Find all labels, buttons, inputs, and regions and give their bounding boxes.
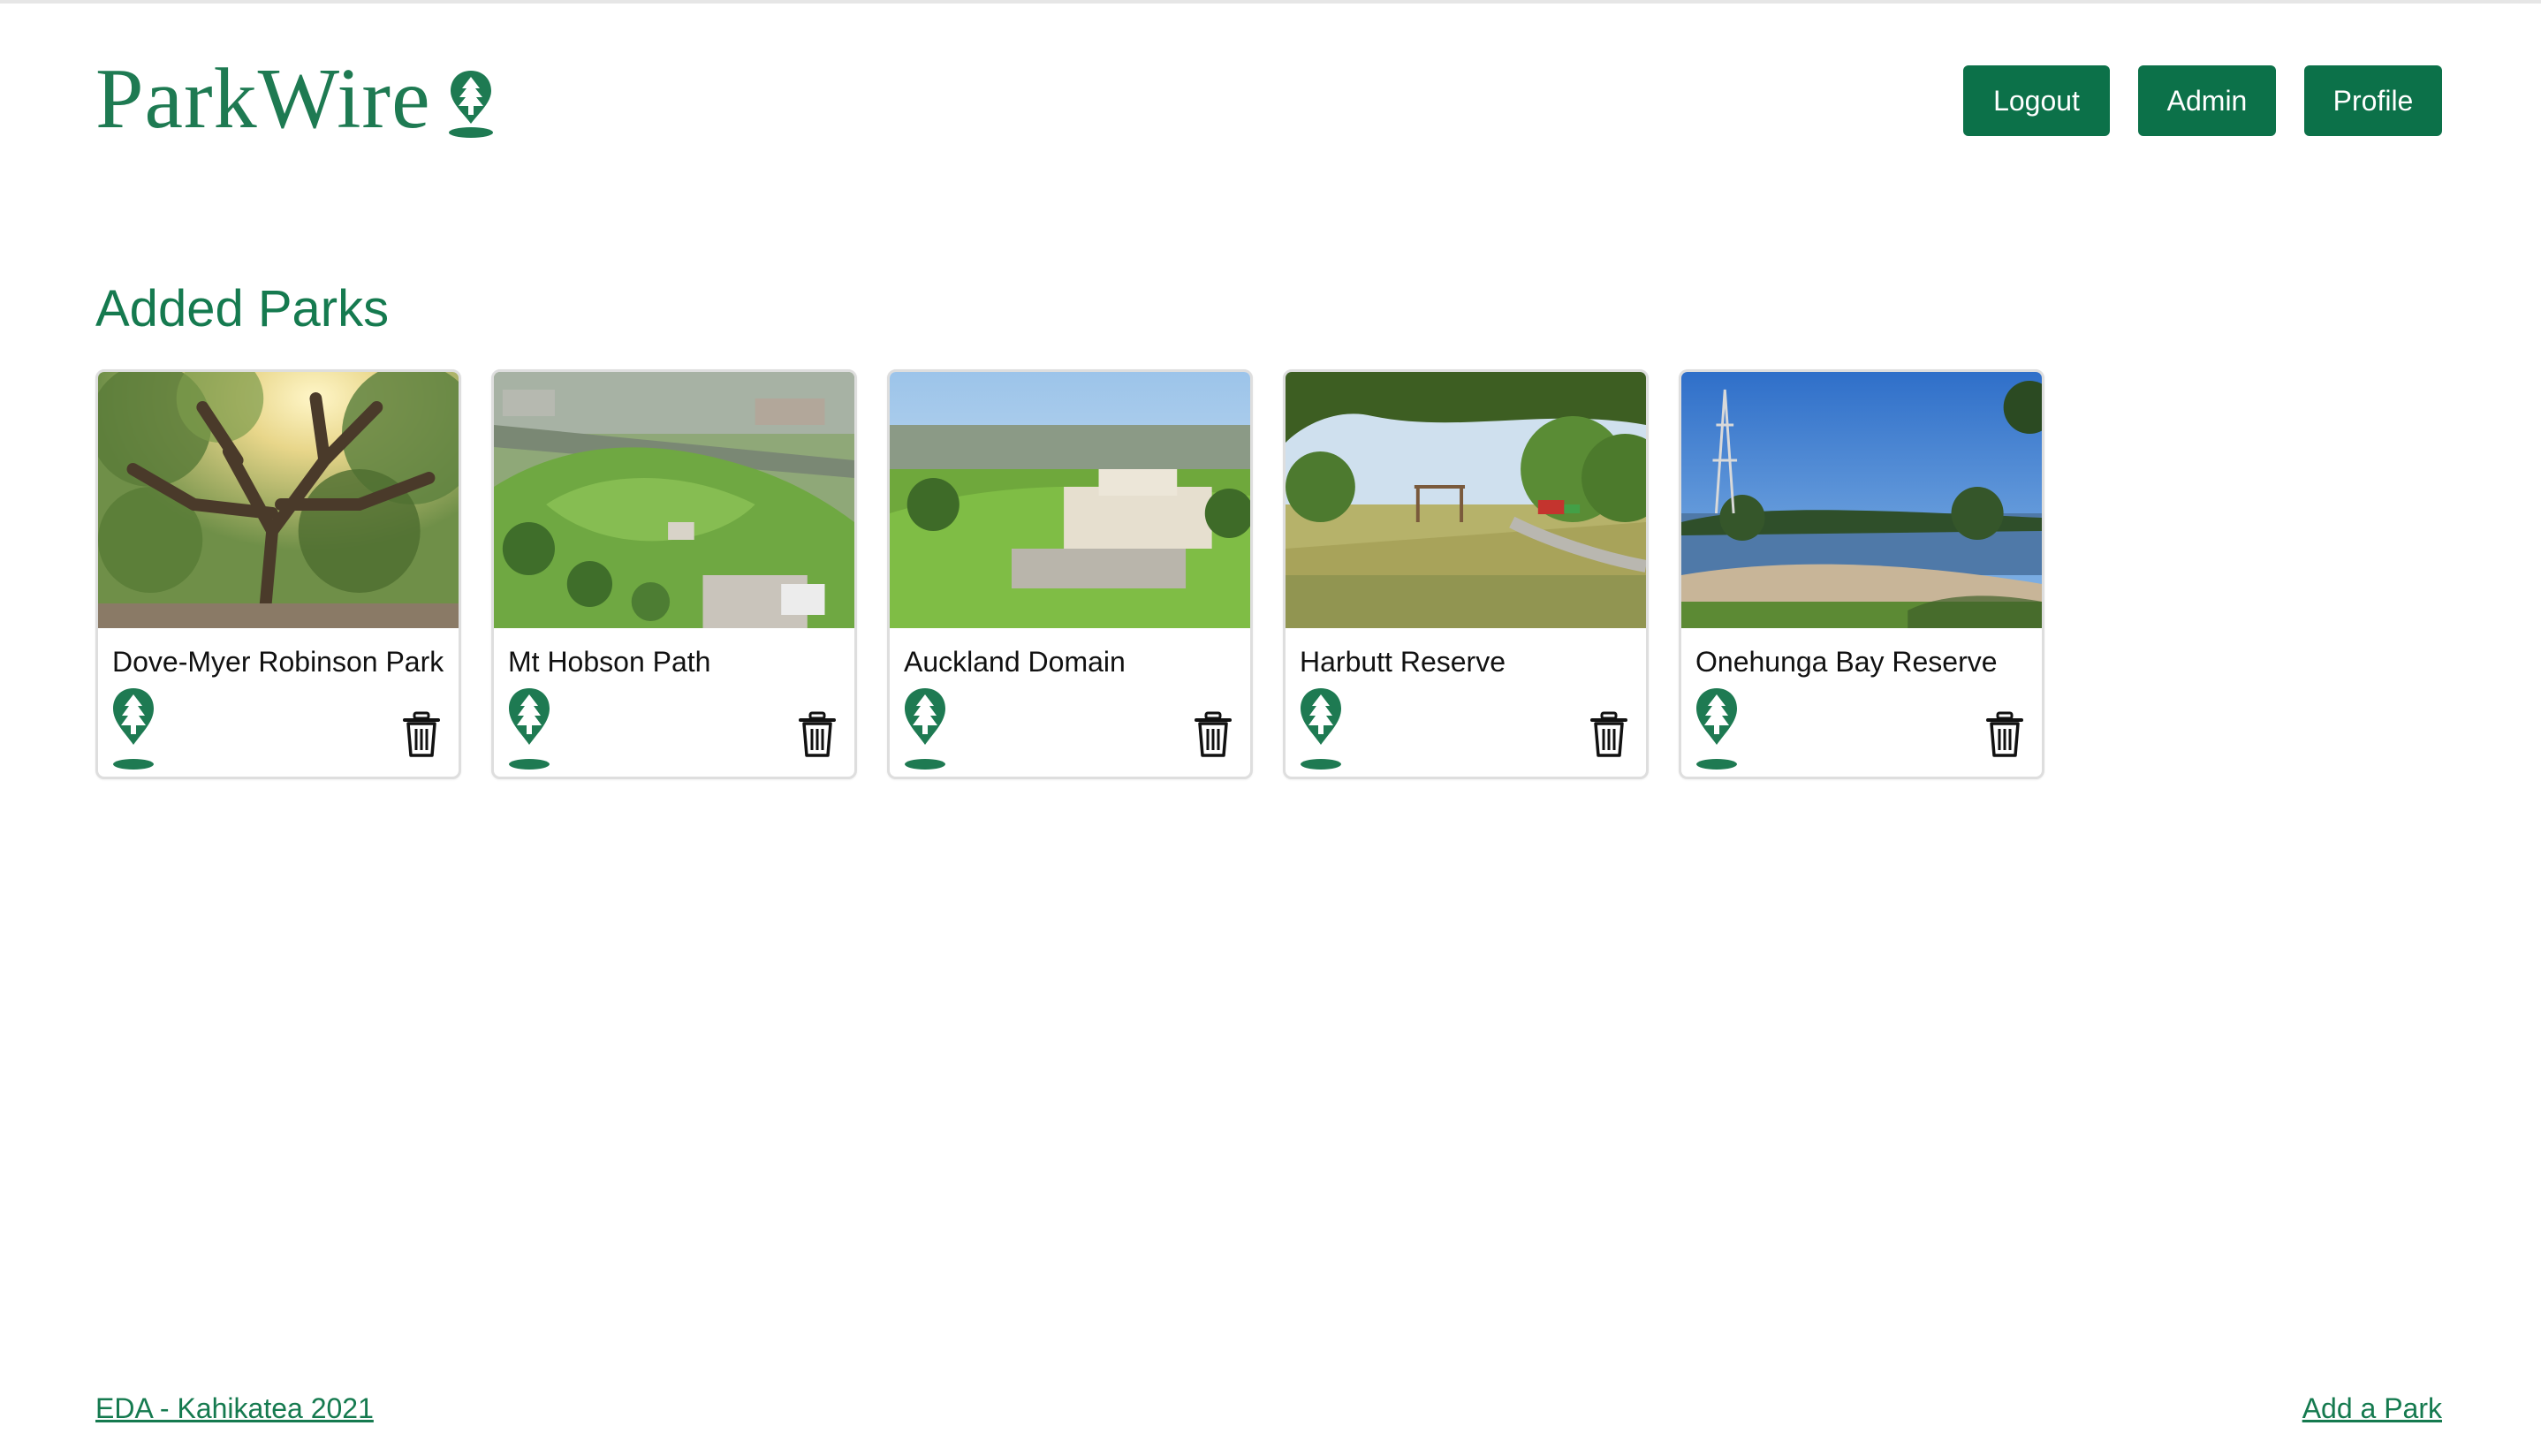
park-name: Auckland Domain <box>904 646 1126 678</box>
trash-icon[interactable] <box>798 711 837 759</box>
tree-pin-icon[interactable] <box>110 686 156 771</box>
footer-credit-link[interactable]: EDA - Kahikatea 2021 <box>95 1392 374 1425</box>
tree-pin-icon <box>448 71 493 138</box>
page-title: Added Parks <box>95 280 390 337</box>
tree-pin-icon[interactable] <box>1298 686 1344 771</box>
add-park-link[interactable]: Add a Park <box>2302 1392 2442 1425</box>
park-photo-tree-canopy <box>98 372 459 628</box>
top-border <box>0 0 2541 4</box>
profile-button[interactable]: Profile <box>2304 65 2442 136</box>
park-card[interactable]: Harbutt Reserve <box>1283 369 1649 779</box>
tree-pin-icon[interactable] <box>506 686 552 771</box>
trash-icon[interactable] <box>402 711 441 759</box>
trash-icon[interactable] <box>1589 711 1628 759</box>
logout-button[interactable]: Logout <box>1963 65 2110 136</box>
trash-icon[interactable] <box>1194 711 1233 759</box>
park-photo-lake-shore <box>1681 372 2042 628</box>
park-name: Mt Hobson Path <box>508 646 711 678</box>
brand-logo[interactable]: ParkWire <box>95 55 495 143</box>
admin-button[interactable]: Admin <box>2138 65 2276 136</box>
park-photo-aerial-hill <box>494 372 854 628</box>
park-photo-museum-lawn <box>890 372 1250 628</box>
park-card[interactable]: Dove-Myer Robinson Park <box>95 369 461 779</box>
header-nav: Logout Admin Profile <box>1963 65 2442 136</box>
park-name: Dove-Myer Robinson Park <box>112 646 444 678</box>
tree-pin-icon[interactable] <box>902 686 948 771</box>
brand-name: ParkWire <box>95 51 431 147</box>
park-card[interactable]: Auckland Domain <box>887 369 1253 779</box>
park-photo-playground-field <box>1286 372 1646 628</box>
trash-icon[interactable] <box>1985 711 2024 759</box>
tree-pin-icon[interactable] <box>1694 686 1740 771</box>
park-name: Harbutt Reserve <box>1300 646 1506 678</box>
park-name: Onehunga Bay Reserve <box>1695 646 1998 678</box>
park-card[interactable]: Onehunga Bay Reserve <box>1679 369 2044 779</box>
park-card-list: Dove-Myer Robinson Park Mt Hobson Path A… <box>95 369 2044 779</box>
park-card[interactable]: Mt Hobson Path <box>491 369 857 779</box>
